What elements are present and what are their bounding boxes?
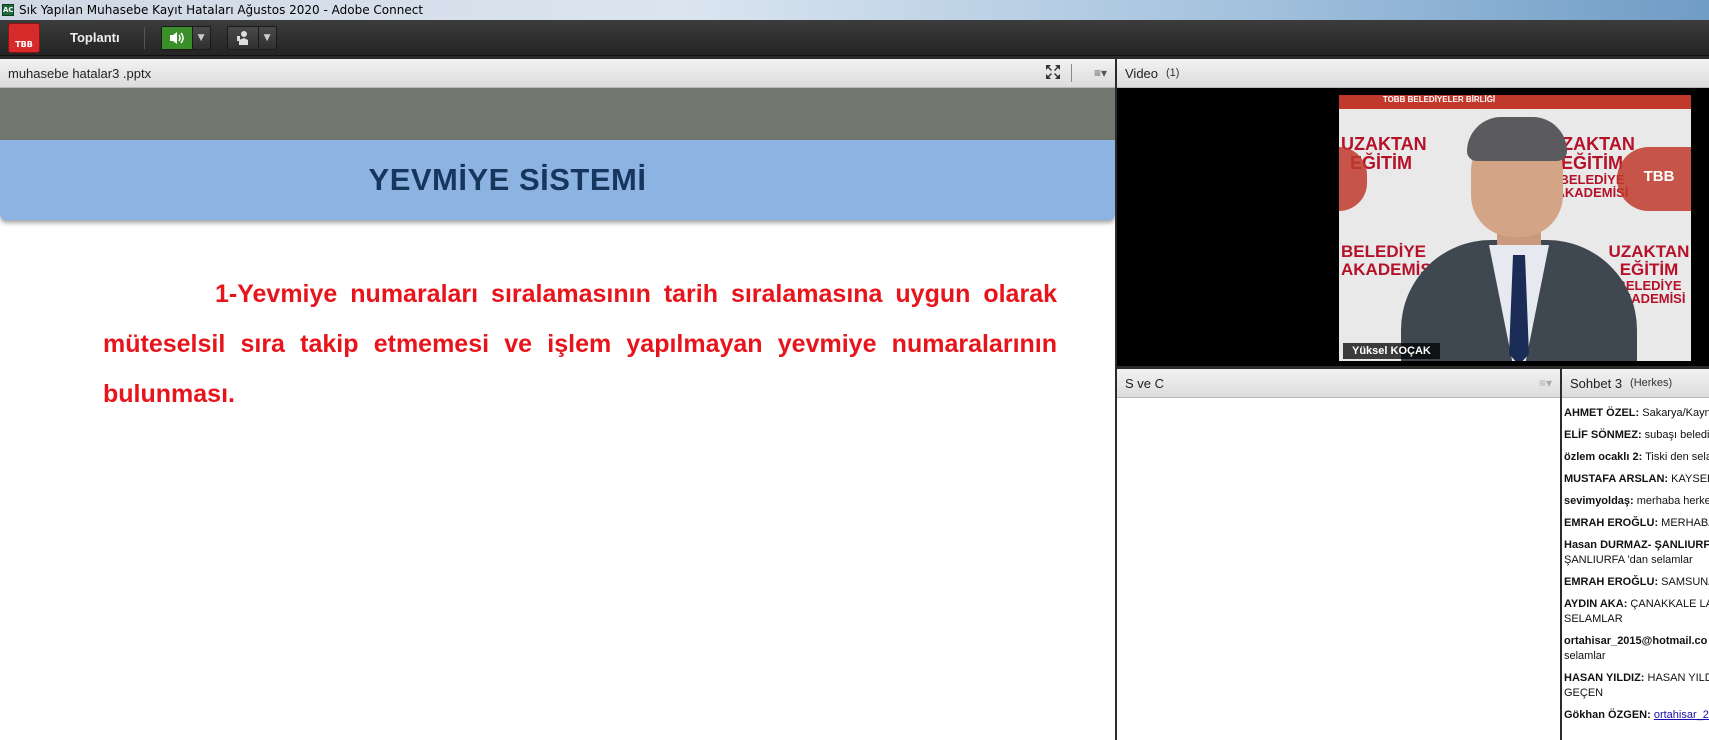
share-pod-title: muhasebe hatalar3 .pptx: [8, 65, 152, 81]
chat-sender: özlem ocaklı 2:: [1564, 451, 1643, 463]
chat-sender: EMRAH EROĞLU:: [1564, 576, 1659, 588]
chat-pod: Sohbet 3 (Herkes) AHMET ÖZEL: Sakarya/Ka…: [1562, 369, 1709, 740]
chat-message: ELİF SÖNMEZ: subaşı belediy: [1564, 428, 1709, 443]
chat-message: MUSTAFA ARSLAN: KAYSER: [1564, 472, 1709, 487]
chat-sender: AYDIN AKA:: [1564, 598, 1628, 610]
chat-text: ŞANLIURFA 'dan selamlar: [1564, 554, 1693, 566]
presenter-control: ▼: [226, 25, 277, 50]
backdrop-top-text: TOBB BELEDİYELER BİRLİĞİ: [1382, 95, 1496, 104]
window-title: Sık Yapılan Muhasebe Kayıt Hataları Ağus…: [19, 3, 424, 17]
backdrop-line-akademisi: AKADEMİSİ: [1341, 259, 1437, 279]
share-pod: muhasebe hatalar3 .pptx ≡▾ YEVMİYE SİSTE…: [0, 59, 1115, 740]
speaker-control: ▼: [160, 25, 211, 50]
qa-pod: S ve C ≡▾: [1117, 369, 1560, 740]
chat-sender: Hasan DURMAZ- ŞANLIURFA: [1564, 539, 1709, 551]
chat-message: özlem ocaklı 2: Tiski den sela: [1564, 450, 1709, 465]
chat-sender: AHMET ÖZEL:: [1564, 407, 1640, 419]
chat-text: Tiski den sela: [1645, 451, 1709, 463]
chat-link[interactable]: ortahisar_20: [1654, 709, 1709, 721]
chat-text: Sakarya/Kayna: [1642, 407, 1709, 419]
backdrop-left-lower: BELEDİYE AKADEMİSİ: [1341, 242, 1437, 279]
chat-sender: EMRAH EROĞLU:: [1564, 517, 1659, 529]
chat-text: MERHABA .: [1661, 517, 1709, 529]
window-titlebar: AC Sık Yapılan Muhasebe Kayıt Hataları A…: [0, 0, 1709, 20]
chat-message: EMRAH EROĞLU: MERHABA .: [1564, 516, 1709, 531]
chat-pod-title: Sohbet 3: [1570, 375, 1623, 391]
slide-top-band: [0, 88, 1115, 140]
chat-message: AHMET ÖZEL: Sakarya/Kayna: [1564, 406, 1709, 421]
header-divider: [1070, 64, 1072, 82]
chat-message: Gökhan ÖZGEN: ortahisar_20: [1564, 708, 1709, 723]
chat-text: KAYSER: [1671, 473, 1709, 485]
chat-text: selamlar: [1564, 650, 1606, 662]
backdrop-logo-text: TBB: [1643, 168, 1675, 185]
backdrop-line-belediye: BELEDİYE: [1341, 242, 1427, 261]
chat-message: EMRAH EROĞLU: SAMSUNA: [1564, 575, 1709, 590]
chat-sender: ortahisar_2015@hotmail.co: [1564, 635, 1708, 647]
backdrop-line-uzaktan: UZAKTAN: [1608, 242, 1690, 261]
chat-message: sevimyoldaş: merhaba herke: [1564, 494, 1709, 509]
qa-pod-header: S ve C ≡▾: [1117, 369, 1560, 398]
slide-title: YEVMİYE SİSTEMİ: [368, 162, 647, 197]
menubar: TBB Toplantı ▼ ▼: [0, 20, 1709, 56]
slide-title-band: YEVMİYE SİSTEMİ: [0, 140, 1115, 220]
chat-message: HASAN YILDIZ: HASAN YILDI VE SAYGILAR EM…: [1564, 671, 1709, 701]
pod-options-icon[interactable]: ≡▾: [1094, 66, 1107, 80]
chat-sender: sevimyoldaş:: [1564, 495, 1634, 507]
chat-sender: MUSTAFA ARSLAN:: [1564, 473, 1669, 485]
chat-message: ortahisar_2015@hotmail.co selamlar: [1564, 634, 1709, 664]
video-pod-header: Video (1): [1117, 59, 1709, 88]
chat-text: SAMSUNA: [1661, 576, 1709, 588]
chat-sender: HASAN YILDIZ:: [1564, 672, 1645, 684]
slide-body: 1-Yevmiye numaraları sıralamasının tarih…: [103, 280, 1057, 408]
presenter-icon[interactable]: [228, 27, 258, 49]
chat-sender: ELİF SÖNMEZ:: [1564, 429, 1642, 441]
speaker-hair: [1467, 117, 1567, 161]
pod-options-icon[interactable]: ≡▾: [1539, 376, 1552, 390]
chat-sender: Gökhan ÖZGEN:: [1564, 709, 1651, 721]
menubar-divider: [143, 26, 145, 49]
presenter-dropdown[interactable]: ▼: [257, 26, 276, 49]
qa-pod-title: S ve C: [1125, 375, 1165, 391]
speaker-name-tag: Yüksel KOÇAK: [1343, 343, 1440, 359]
video-count: (1): [1166, 67, 1180, 79]
tbb-logo: TBB: [8, 22, 40, 53]
chat-text: subaşı belediy: [1644, 429, 1709, 441]
speaker-dropdown[interactable]: ▼: [191, 26, 210, 49]
chat-message: Hasan DURMAZ- ŞANLIURFA ŞANLIURFA 'dan se…: [1564, 538, 1709, 568]
slide: YEVMİYE SİSTEMİ 1-Yevmiye numaraları sır…: [0, 88, 1115, 740]
chat-message-list[interactable]: AHMET ÖZEL: Sakarya/Kayna ELİF SÖNMEZ: s…: [1562, 398, 1709, 723]
chat-message: AYDIN AKA: ÇANAKKALE LA HİZMETLERDEN SEL…: [1564, 597, 1709, 627]
meeting-menu[interactable]: Toplantı: [70, 30, 120, 45]
chat-pod-header: Sohbet 3 (Herkes): [1562, 369, 1709, 398]
video-pod-title: Video: [1125, 65, 1159, 81]
speaker-icon[interactable]: [161, 26, 192, 49]
video-pod: Video (1) TOBB BELEDİYELER BİRLİĞİ UZAKT…: [1117, 59, 1709, 366]
share-pod-header: muhasebe hatalar3 .pptx ≡▾: [0, 59, 1115, 88]
chat-audience: (Herkes): [1630, 377, 1673, 389]
app-icon: AC: [2, 4, 14, 16]
chat-text: merhaba herke: [1636, 495, 1709, 507]
video-feed[interactable]: TOBB BELEDİYELER BİRLİĞİ UZAKTAN EĞİTİM …: [1339, 95, 1691, 361]
fullscreen-icon[interactable]: [1045, 64, 1061, 83]
